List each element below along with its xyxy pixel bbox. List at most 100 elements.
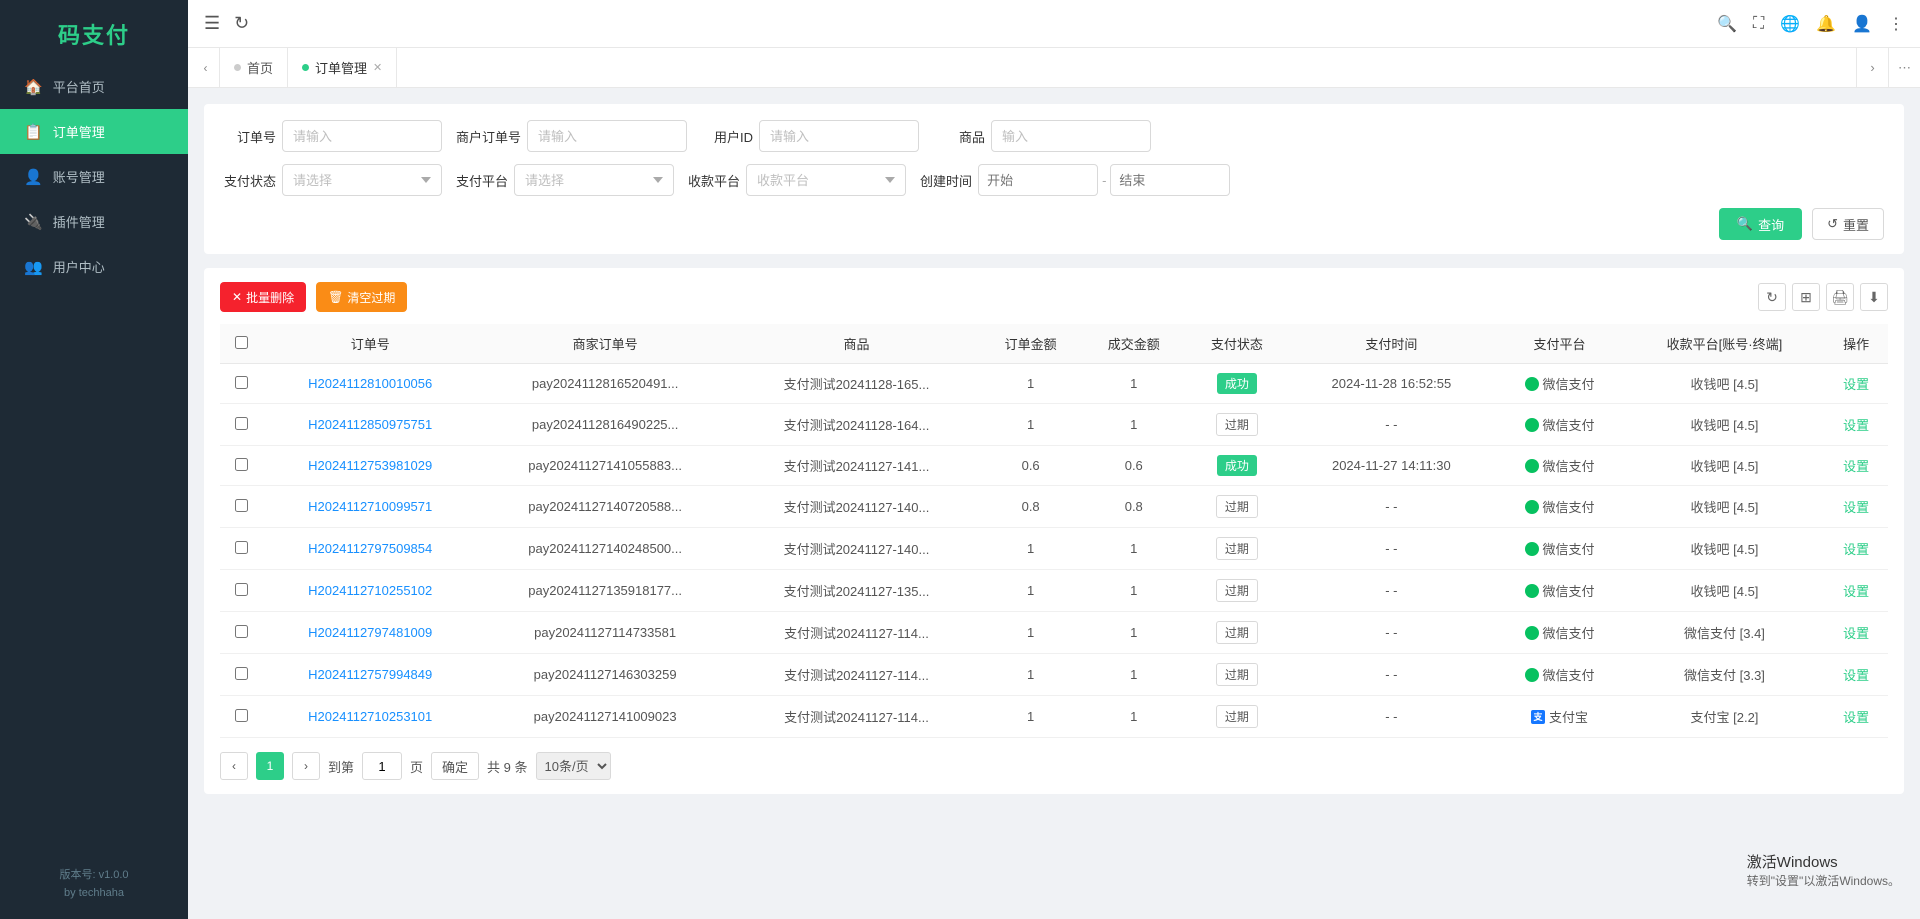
- deal-amount-8: 1: [1082, 696, 1185, 738]
- settings-button-6[interactable]: 设置: [1843, 623, 1869, 642]
- deal-amount-2: 0.6: [1082, 446, 1185, 486]
- table-refresh-btn[interactable]: ↻: [1758, 283, 1786, 311]
- page-prev-btn[interactable]: ‹: [220, 752, 248, 780]
- col-product: 商品: [734, 324, 979, 364]
- order-no-link-1[interactable]: H2024112850975751: [308, 417, 432, 432]
- filter-user-id: 用户ID: [701, 120, 919, 152]
- col-order-no: 订单号: [264, 324, 476, 364]
- page-size-select[interactable]: 10条/页 20条/页 50条/页: [536, 752, 611, 780]
- merchant-order-no-7: pay20241127146303259: [476, 654, 733, 696]
- row-checkbox-5[interactable]: [235, 583, 248, 596]
- clear-expired-button[interactable]: 🗑 清空过期: [316, 282, 407, 312]
- row-checkbox-2[interactable]: [235, 458, 248, 471]
- order-no-link-3[interactable]: H2024112710099571: [308, 499, 432, 514]
- page-next-btn[interactable]: ›: [292, 752, 320, 780]
- order-no-input[interactable]: [282, 120, 442, 152]
- deal-amount-1: 1: [1082, 404, 1185, 446]
- delete-icon: ✕: [232, 290, 242, 304]
- order-no-link-6[interactable]: H2024112797481009: [308, 625, 432, 640]
- collect-platform-select[interactable]: 收款平台: [746, 164, 906, 196]
- row-checkbox-8[interactable]: [235, 709, 248, 722]
- filter-payplatform-label: 支付平台: [456, 171, 508, 190]
- tab-home[interactable]: 首页: [220, 48, 288, 87]
- pay-status-badge-1: 过期: [1216, 413, 1258, 436]
- wechat-icon: [1525, 584, 1539, 598]
- product-1: 支付测试20241128-164...: [734, 404, 979, 446]
- settings-button-2[interactable]: 设置: [1843, 456, 1869, 475]
- table-row: H2024112797509854pay20241127140248500...…: [220, 528, 1888, 570]
- reset-button[interactable]: ↺ 重置: [1812, 208, 1884, 240]
- order-no-link-5[interactable]: H2024112710255102: [308, 583, 432, 598]
- settings-button-5[interactable]: 设置: [1843, 581, 1869, 600]
- settings-button-3[interactable]: 设置: [1843, 497, 1869, 516]
- settings-button-7[interactable]: 设置: [1843, 665, 1869, 684]
- row-checkbox-1[interactable]: [235, 417, 248, 430]
- row-checkbox-3[interactable]: [235, 499, 248, 512]
- table-columns-btn[interactable]: ⊞: [1792, 283, 1820, 311]
- settings-button-8[interactable]: 设置: [1843, 707, 1869, 726]
- goto-label: 到第: [328, 757, 354, 776]
- col-checkbox: [220, 324, 264, 364]
- row-checkbox-0[interactable]: [235, 376, 248, 389]
- filter-userid-label: 用户ID: [701, 127, 753, 146]
- tab-home-dot: [234, 64, 241, 71]
- select-all-checkbox[interactable]: [235, 336, 248, 349]
- settings-button-1[interactable]: 设置: [1843, 415, 1869, 434]
- date-end-input[interactable]: [1110, 164, 1230, 196]
- tab-orders[interactable]: 订单管理 ✕: [288, 48, 397, 87]
- pay-time-2: 2024-11-27 14:11:30: [1288, 446, 1494, 486]
- product-3: 支付测试20241127-140...: [734, 486, 979, 528]
- product-0: 支付测试20241128-165...: [734, 364, 979, 404]
- search-icon[interactable]: 🔍: [1717, 14, 1737, 34]
- order-no-link-8[interactable]: H2024112710253101: [308, 709, 432, 724]
- batch-delete-button[interactable]: ✕ 批量删除: [220, 282, 306, 312]
- pay-platform-1: 微信支付: [1502, 415, 1616, 434]
- tab-prev-btn[interactable]: ‹: [192, 48, 220, 87]
- pay-time-7: - -: [1288, 654, 1494, 696]
- query-button[interactable]: 🔍 查询: [1719, 208, 1802, 240]
- pay-platform-select[interactable]: 请选择 微信支付 支付宝: [514, 164, 674, 196]
- topbar-right: 🔍 ⛶ 🌐 🔔 👤 ⋮: [1717, 14, 1904, 34]
- table-export-btn[interactable]: ⬇: [1860, 283, 1888, 311]
- order-no-link-7[interactable]: H2024112757994849: [308, 667, 432, 682]
- sidebar-footer: 版本号: v1.0.0 by techhaha: [0, 854, 188, 919]
- tab-more-btn[interactable]: ⋯: [1888, 48, 1920, 88]
- fullscreen-icon[interactable]: ⛶: [1753, 15, 1764, 33]
- merchant-order-no-input[interactable]: [527, 120, 687, 152]
- pay-status-badge-4: 过期: [1216, 537, 1258, 560]
- tab-expand-btn[interactable]: ›: [1856, 48, 1888, 88]
- sidebar-item-users[interactable]: 👥 用户中心: [0, 244, 188, 289]
- more-options-icon[interactable]: ⋮: [1888, 14, 1904, 34]
- sidebar-item-accounts[interactable]: 👤 账号管理: [0, 154, 188, 199]
- globe-icon[interactable]: 🌐: [1780, 14, 1800, 34]
- product-input[interactable]: [991, 120, 1151, 152]
- page-1-btn[interactable]: 1: [256, 752, 284, 780]
- tab-orders-close[interactable]: ✕: [373, 61, 382, 74]
- order-no-link-4[interactable]: H2024112797509854: [308, 541, 432, 556]
- menu-toggle-icon[interactable]: ☰: [204, 13, 220, 34]
- settings-button-4[interactable]: 设置: [1843, 539, 1869, 558]
- order-no-link-0[interactable]: H2024112810010056: [308, 376, 432, 391]
- refresh-icon[interactable]: ↻: [234, 13, 249, 34]
- settings-button-0[interactable]: 设置: [1843, 374, 1869, 393]
- collect-platform-2: 收钱吧 [4.5]: [1625, 446, 1824, 486]
- order-no-link-2[interactable]: H2024112753981029: [308, 458, 432, 473]
- date-start-input[interactable]: [978, 164, 1098, 196]
- page-goto-input[interactable]: [362, 752, 402, 780]
- sidebar-item-orders[interactable]: 📋 订单管理: [0, 109, 188, 154]
- row-checkbox-6[interactable]: [235, 625, 248, 638]
- topbar: ☰ ↻ 🔍 ⛶ 🌐 🔔 👤 ⋮: [188, 0, 1920, 48]
- user-id-input[interactable]: [759, 120, 919, 152]
- deal-amount-0: 1: [1082, 364, 1185, 404]
- row-checkbox-4[interactable]: [235, 541, 248, 554]
- sidebar-item-home[interactable]: 🏠 平台首页: [0, 64, 188, 109]
- table-print-btn[interactable]: 🖨: [1826, 283, 1854, 311]
- page-confirm-btn[interactable]: 确定: [431, 752, 479, 780]
- tab-extra: › ⋯: [1856, 48, 1920, 88]
- user-avatar-icon[interactable]: 👤: [1852, 14, 1872, 34]
- sidebar-item-plugins[interactable]: 🔌 插件管理: [0, 199, 188, 244]
- row-checkbox-7[interactable]: [235, 667, 248, 680]
- pay-status-select[interactable]: 请选择 成功 过期: [282, 164, 442, 196]
- notification-icon-wrapper[interactable]: 🔔: [1816, 14, 1836, 34]
- sidebar-item-users-label: 用户中心: [53, 257, 105, 276]
